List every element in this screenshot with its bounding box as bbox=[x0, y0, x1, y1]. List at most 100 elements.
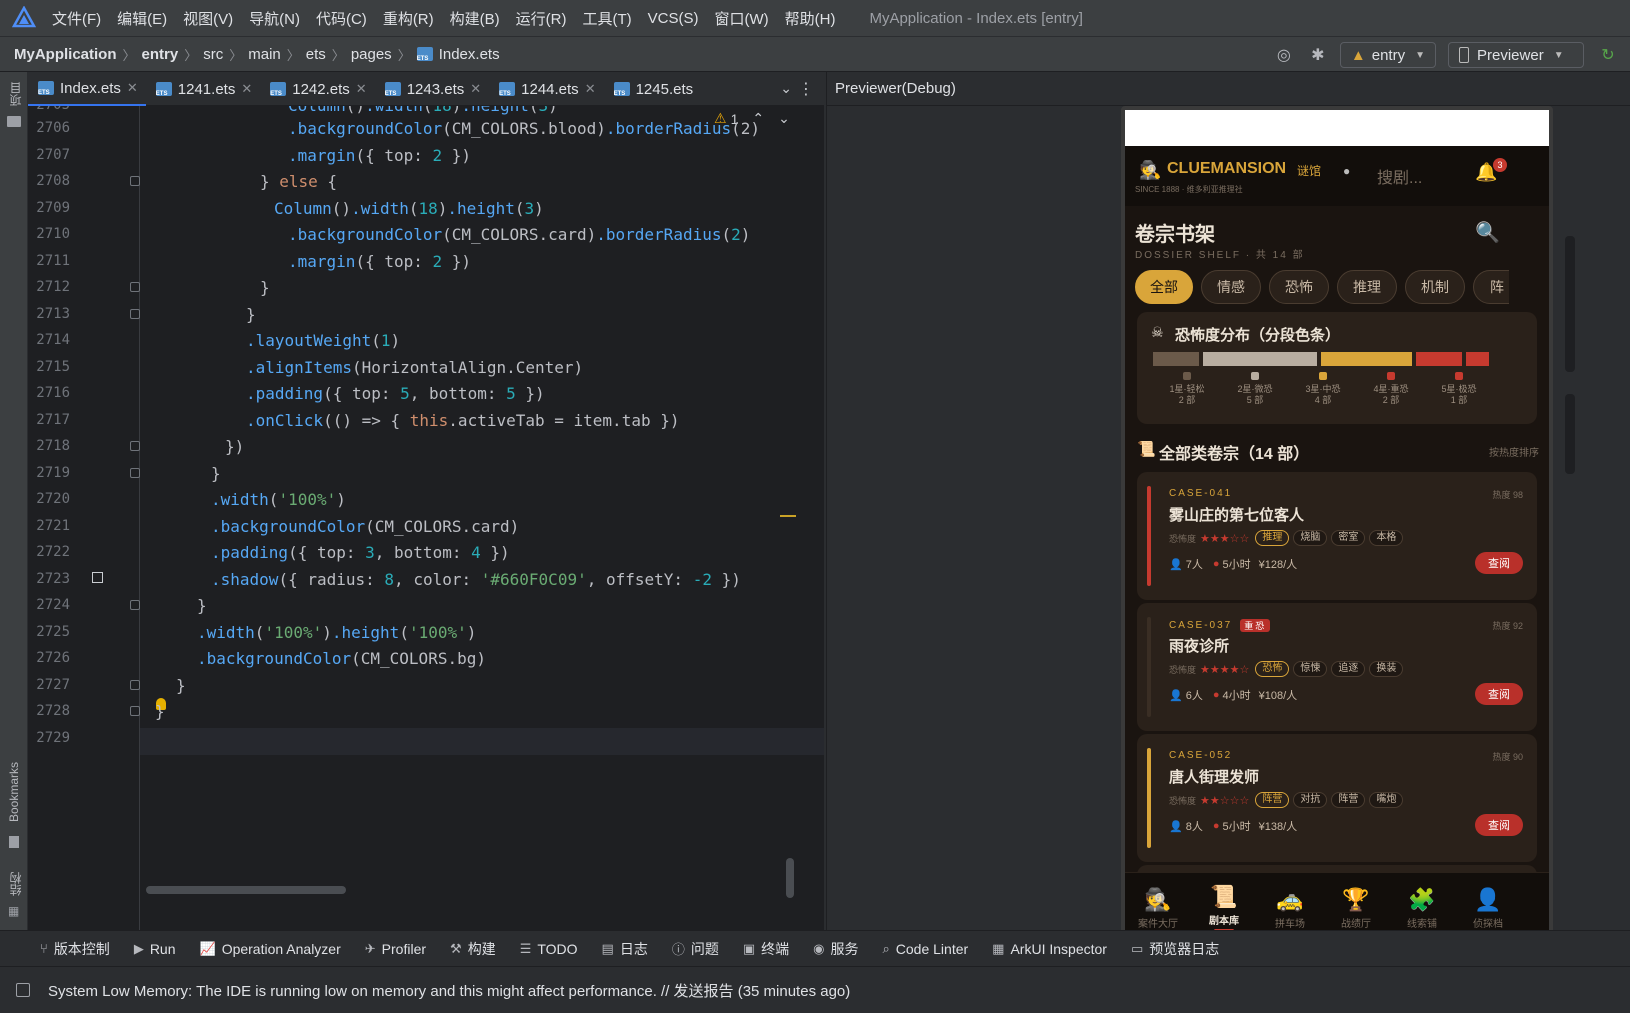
menu-tools[interactable]: 工具(T) bbox=[582, 8, 631, 29]
side-scroll-handle[interactable] bbox=[1565, 394, 1575, 474]
line-number: 2706 bbox=[36, 120, 70, 136]
tool-profiler[interactable]: ✈ Profiler bbox=[365, 941, 426, 957]
chip-mechanism[interactable]: 机制 bbox=[1405, 270, 1465, 304]
horizontal-scrollbar[interactable] bbox=[146, 886, 346, 894]
fold-marker-icon[interactable] bbox=[130, 679, 140, 690]
close-icon[interactable]: ✕ bbox=[356, 81, 367, 97]
breadcrumb-pages[interactable]: pages bbox=[351, 46, 392, 63]
close-icon[interactable]: ✕ bbox=[241, 81, 252, 97]
fold-marker-icon[interactable] bbox=[130, 308, 140, 319]
target-icon[interactable]: ◎ bbox=[1272, 43, 1296, 67]
fold-marker-icon[interactable] bbox=[130, 467, 140, 478]
breadcrumb-project[interactable]: MyApplication bbox=[14, 46, 117, 63]
query-button[interactable]: 查阅 bbox=[1475, 683, 1523, 705]
case-card[interactable]: CASE-041 热度 98 雾山庄的第七位客人 恐怖度 ★★★☆☆ 推理 烧脑密… bbox=[1137, 472, 1537, 600]
tool-version-control[interactable]: ⑂ 版本控制 bbox=[40, 939, 110, 959]
breadcrumb-file[interactable]: Index.ets bbox=[439, 46, 500, 63]
close-icon[interactable]: ✕ bbox=[585, 81, 596, 97]
chevron-down-icon[interactable]: ⌄ bbox=[778, 110, 790, 127]
chip-deduction[interactable]: 推理 bbox=[1337, 270, 1397, 304]
vertical-scrollbar[interactable] bbox=[786, 858, 794, 898]
tab-index-ets[interactable]: Index.ets ✕ bbox=[28, 72, 146, 106]
tab-1242-ets[interactable]: 1242.ets ✕ bbox=[260, 72, 374, 106]
status-message[interactable]: System Low Memory: The IDE is running lo… bbox=[48, 980, 850, 1001]
fold-marker-icon[interactable] bbox=[130, 441, 140, 451]
shelf-title: 卷宗书架 bbox=[1135, 224, 1215, 246]
bookmarks-tool-button[interactable]: Bookmarks bbox=[7, 762, 21, 822]
tab-1245-ets[interactable]: 1245.ets bbox=[604, 72, 704, 106]
menu-run[interactable]: 运行(R) bbox=[516, 8, 567, 29]
tab-1241-ets[interactable]: 1241.ets ✕ bbox=[146, 72, 260, 106]
search-icon[interactable]: ● bbox=[1343, 164, 1350, 178]
breadcrumb-ets[interactable]: ets bbox=[306, 46, 326, 63]
chip-faction[interactable]: 阵 bbox=[1473, 270, 1509, 304]
more-vertical-icon[interactable]: ⋮ bbox=[798, 79, 814, 99]
tool-log[interactable]: ▤ 日志 bbox=[602, 939, 648, 959]
menu-view[interactable]: 视图(V) bbox=[183, 8, 233, 29]
menu-build[interactable]: 构建(B) bbox=[450, 8, 500, 29]
code-editor[interactable]: 2706 2707 2708 2709 2710 2711 2712 2713 2714 2715… bbox=[28, 106, 824, 930]
sort-label[interactable]: 按热度排序 bbox=[1489, 444, 1539, 459]
tool-operation-analyzer[interactable]: 📈 Operation Analyzer bbox=[200, 941, 341, 957]
query-button[interactable]: 查阅 bbox=[1475, 814, 1523, 836]
code-line: .width('100%').height('100%') bbox=[197, 622, 477, 642]
breadcrumb-separator: 〉 bbox=[229, 47, 243, 63]
fold-marker-icon[interactable] bbox=[130, 282, 140, 292]
project-tool-button[interactable]: 项目 bbox=[7, 82, 24, 106]
menu-edit[interactable]: 编辑(E) bbox=[117, 8, 167, 29]
tool-todo[interactable]: ☰ TODO bbox=[520, 941, 578, 957]
line-number: 2709 bbox=[36, 199, 70, 216]
device-selector[interactable]: Previewer ▼ bbox=[1448, 42, 1584, 68]
code-line: .padding({ top: 5, bottom: 5 }) bbox=[246, 384, 545, 403]
chip-horror[interactable]: 恐怖 bbox=[1269, 270, 1329, 304]
menu-code[interactable]: 代码(C) bbox=[316, 8, 367, 29]
tool-code-linter[interactable]: ⌕ Code Linter bbox=[883, 941, 969, 957]
genre-tag: 密室 bbox=[1331, 530, 1366, 546]
status-toggle-icon[interactable] bbox=[16, 983, 30, 997]
tool-run[interactable]: ▶ Run bbox=[134, 941, 176, 957]
case-card[interactable]: CASE-037 重恐 热度 92 雨夜诊所 恐怖度 ★★★★☆ 恐怖 惊悚 追逐 换装… bbox=[1137, 603, 1537, 731]
menu-window[interactable]: 窗口(W) bbox=[714, 8, 768, 29]
bookmark-gutter-mark[interactable] bbox=[92, 572, 103, 583]
tab-1244-ets[interactable]: 1244.ets ✕ bbox=[489, 72, 603, 106]
bug-icon[interactable]: ✱ bbox=[1306, 43, 1330, 67]
fold-marker-icon[interactable] bbox=[130, 600, 140, 610]
menu-navigate[interactable]: 导航(N) bbox=[249, 8, 300, 29]
search-input[interactable]: 搜剧... bbox=[1377, 164, 1422, 188]
breadcrumb-module[interactable]: entry bbox=[142, 46, 179, 63]
menu-help[interactable]: 帮助(H) bbox=[785, 8, 836, 29]
tool-build[interactable]: ⚒ 构建 bbox=[450, 939, 496, 959]
side-scroll-handle[interactable] bbox=[1565, 236, 1575, 372]
tabs-dropdown-icon[interactable]: ⌄ bbox=[780, 80, 792, 97]
close-icon[interactable]: ✕ bbox=[470, 81, 481, 97]
module-selector[interactable]: ▲ entry ▼ bbox=[1339, 42, 1436, 68]
menu-refactor[interactable]: 重构(R) bbox=[383, 8, 434, 29]
query-button[interactable]: 查阅 bbox=[1475, 552, 1523, 574]
tool-terminal[interactable]: ▣ 终端 bbox=[743, 939, 789, 959]
chip-all[interactable]: 全部 bbox=[1135, 270, 1193, 304]
people-icon: 👤 bbox=[1169, 820, 1183, 833]
case-card[interactable]: CASE-052 热度 90 唐人街理发师 恐怖度 ★★☆☆☆ 阵营 对抗 阵营 嘴炮… bbox=[1137, 734, 1537, 862]
tabbar-label: 线索铺 bbox=[1407, 918, 1437, 930]
tab-1243-ets[interactable]: 1243.ets ✕ bbox=[375, 72, 489, 106]
structure-tool-button[interactable]: 结构 bbox=[7, 872, 24, 896]
ets-file-icon bbox=[499, 82, 516, 97]
magnifier-icon[interactable]: 🔍 bbox=[1475, 220, 1500, 245]
chip-emotion[interactable]: 情感 bbox=[1201, 270, 1261, 304]
brand-name: CLUEMANSION bbox=[1167, 160, 1287, 177]
tool-arkui-inspector[interactable]: ▦ ArkUI Inspector bbox=[992, 941, 1107, 957]
line-number: 2729 bbox=[36, 729, 70, 746]
line-number: 2716 bbox=[36, 385, 70, 401]
fold-marker-icon[interactable] bbox=[130, 176, 140, 186]
breadcrumb-src[interactable]: src bbox=[203, 46, 223, 63]
line-number: 2707 bbox=[36, 146, 70, 163]
tool-previewer-log[interactable]: ▭ 预览器日志 bbox=[1131, 939, 1219, 959]
refresh-icon[interactable]: ↻ bbox=[1596, 43, 1620, 67]
menu-vcs[interactable]: VCS(S) bbox=[648, 10, 699, 27]
fold-marker-icon[interactable] bbox=[130, 706, 140, 716]
tool-problems[interactable]: ⓘ 问题 bbox=[672, 939, 719, 959]
close-icon[interactable]: ✕ bbox=[127, 80, 138, 96]
menu-file[interactable]: 文件(F) bbox=[52, 8, 101, 29]
tool-services[interactable]: ◉ 服务 bbox=[813, 939, 858, 959]
breadcrumb-main[interactable]: main bbox=[248, 46, 281, 63]
